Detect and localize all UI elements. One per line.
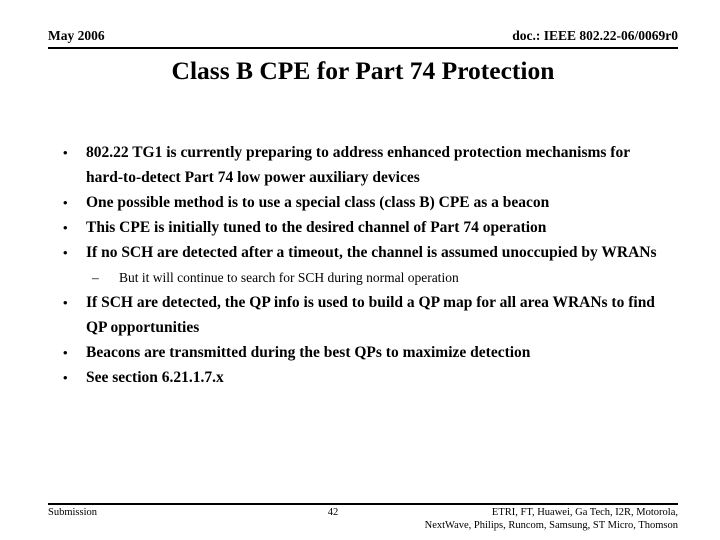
list-item: • Beacons are transmitted during the bes…	[56, 340, 666, 365]
header-date: May 2006	[48, 28, 105, 43]
bullet-icon: •	[63, 345, 68, 360]
list-item: • See section 6.21.1.7.x	[56, 365, 666, 390]
list-item-text: This CPE is initially tuned to the desir…	[86, 219, 547, 236]
sub-list-item-text: But it will continue to search for SCH d…	[119, 270, 459, 285]
header-row: May 2006 doc.: IEEE 802.22-06/0069r0	[48, 28, 678, 43]
footer-affiliations-line-1: ETRI, FT, Huawei, Ga Tech, I2R, Motorola…	[491, 507, 678, 518]
list-item: • One possible method is to use a specia…	[56, 190, 666, 215]
list-item: • If SCH are detected, the QP info is us…	[56, 290, 666, 340]
list-item-text: Beacons are transmitted during the best …	[86, 344, 531, 361]
dash-icon: –	[92, 270, 99, 285]
bullet-icon: •	[63, 370, 68, 385]
list-item: • This CPE is initially tuned to the des…	[56, 215, 666, 240]
header-document-number: doc.: IEEE 802.22-06/0069r0	[512, 28, 678, 43]
slide: May 2006 doc.: IEEE 802.22-06/0069r0 Cla…	[0, 0, 720, 540]
bullet-list: • 802.22 TG1 is currently preparing to a…	[56, 140, 666, 390]
list-item-text: 802.22 TG1 is currently preparing to add…	[86, 144, 630, 186]
bullet-icon: •	[63, 220, 68, 235]
header-divider	[48, 47, 678, 49]
footer-affiliations-line-2: NextWave, Philips, Runcom, Samsung, ST M…	[424, 520, 678, 531]
list-item-text: If SCH are detected, the QP info is used…	[86, 294, 655, 336]
slide-header: May 2006 doc.: IEEE 802.22-06/0069r0	[48, 28, 678, 50]
bullet-icon: •	[63, 195, 68, 210]
list-item-text: One possible method is to use a special …	[86, 194, 550, 211]
page-title: Class B CPE for Part 74 Protection	[171, 56, 555, 85]
list-item-text: If no SCH are detected after a timeout, …	[86, 244, 657, 261]
footer-submission-label: Submission	[48, 507, 98, 518]
list-item-text: See section 6.21.1.7.x	[86, 369, 224, 386]
page-number: 42	[327, 507, 339, 518]
bullet-icon: •	[63, 145, 68, 160]
list-item: • 802.22 TG1 is currently preparing to a…	[56, 140, 666, 190]
bullet-icon: •	[63, 295, 68, 310]
sub-list-item: – But it will continue to search for SCH…	[56, 265, 666, 290]
footer-row: Submission 42 ETRI, FT, Huawei, Ga Tech,…	[48, 506, 678, 532]
footer-affiliations: ETRI, FT, Huawei, Ga Tech, I2R, Motorola…	[363, 506, 678, 532]
footer-divider	[48, 503, 678, 505]
bullet-icon: •	[63, 245, 68, 260]
list-item: • If no SCH are detected after a timeout…	[56, 240, 666, 265]
